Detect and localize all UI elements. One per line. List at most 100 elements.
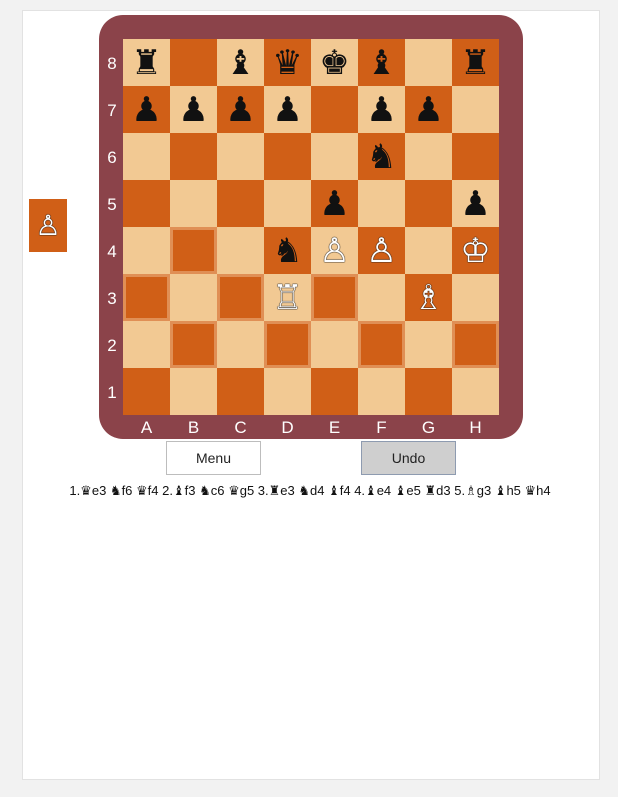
square-a1[interactable]	[123, 368, 170, 415]
square-c6[interactable]	[217, 133, 264, 180]
square-d2[interactable]	[264, 321, 311, 368]
square-g2[interactable]	[405, 321, 452, 368]
square-e2[interactable]	[311, 321, 358, 368]
square-h7[interactable]	[452, 86, 499, 133]
square-d1[interactable]	[264, 368, 311, 415]
square-b7[interactable]: ♟	[170, 86, 217, 133]
square-c7[interactable]: ♟	[217, 86, 264, 133]
chess-board[interactable]: ♜ ♝ ♛ ♚ ♝ ♜ ♟ ♟ ♟ ♟ ♟ ♟ ♞ ♟ ♟ ♞ ♙ ♙ ♔ ♖ ♗	[123, 39, 499, 415]
square-b6[interactable]	[170, 133, 217, 180]
black-pawn-icon[interactable]: ♟	[319, 187, 349, 221]
undo-button[interactable]: Undo	[361, 441, 456, 475]
white-pawn-icon[interactable]: ♙	[319, 234, 349, 268]
black-rook-icon[interactable]: ♜	[131, 46, 161, 80]
square-h6[interactable]	[452, 133, 499, 180]
square-c3[interactable]	[217, 274, 264, 321]
square-a2[interactable]	[123, 321, 170, 368]
square-a6[interactable]	[123, 133, 170, 180]
rank-label-2: 2	[107, 336, 117, 355]
rank-label-5: 5	[107, 195, 117, 214]
square-f7[interactable]: ♟	[358, 86, 405, 133]
square-b5[interactable]	[170, 180, 217, 227]
square-h8[interactable]: ♜	[452, 39, 499, 86]
black-pawn-icon[interactable]: ♟	[413, 93, 443, 127]
square-a5[interactable]	[123, 180, 170, 227]
white-king-icon[interactable]: ♔	[460, 234, 490, 268]
square-b1[interactable]	[170, 368, 217, 415]
black-queen-icon[interactable]: ♛	[272, 46, 302, 80]
square-f1[interactable]	[358, 368, 405, 415]
square-d8[interactable]: ♛	[264, 39, 311, 86]
rank-label-4: 4	[107, 242, 117, 261]
square-d7[interactable]: ♟	[264, 86, 311, 133]
menu-button[interactable]: Menu	[166, 441, 261, 475]
square-g8[interactable]	[405, 39, 452, 86]
rank-label-6: 6	[107, 148, 117, 167]
square-d5[interactable]	[264, 180, 311, 227]
move-list: 1.♛e3 ♞f6 ♛f4 2.♝f3 ♞c6 ♛g5 3.♜e3 ♞d4 ♝f…	[69, 483, 551, 498]
square-d3[interactable]: ♖	[264, 274, 311, 321]
square-b8[interactable]	[170, 39, 217, 86]
file-label-h: H	[469, 418, 482, 437]
square-c2[interactable]	[217, 321, 264, 368]
square-h4[interactable]: ♔	[452, 227, 499, 274]
black-bishop-icon[interactable]: ♝	[366, 46, 396, 80]
square-e4[interactable]: ♙	[311, 227, 358, 274]
black-pawn-icon[interactable]: ♟	[131, 93, 161, 127]
square-h3[interactable]	[452, 274, 499, 321]
file-label-a: A	[140, 418, 153, 437]
square-f3[interactable]	[358, 274, 405, 321]
square-a4[interactable]	[123, 227, 170, 274]
black-pawn-icon[interactable]: ♟	[225, 93, 255, 127]
black-pawn-icon[interactable]: ♟	[178, 93, 208, 127]
square-b4[interactable]	[170, 227, 217, 274]
square-e1[interactable]	[311, 368, 358, 415]
black-king-icon[interactable]: ♚	[319, 46, 349, 80]
square-e7[interactable]	[311, 86, 358, 133]
square-d6[interactable]	[264, 133, 311, 180]
square-a8[interactable]: ♜	[123, 39, 170, 86]
square-g7[interactable]: ♟	[405, 86, 452, 133]
rank-label-7: 7	[107, 101, 117, 120]
square-e8[interactable]: ♚	[311, 39, 358, 86]
black-knight-icon[interactable]: ♞	[366, 140, 396, 174]
square-f2[interactable]	[358, 321, 405, 368]
square-g6[interactable]	[405, 133, 452, 180]
white-bishop-icon[interactable]: ♗	[413, 281, 443, 315]
square-c1[interactable]	[217, 368, 264, 415]
black-pawn-icon[interactable]: ♟	[460, 187, 490, 221]
black-pawn-icon[interactable]: ♟	[272, 93, 302, 127]
square-e3[interactable]	[311, 274, 358, 321]
square-e6[interactable]	[311, 133, 358, 180]
square-f6[interactable]: ♞	[358, 133, 405, 180]
square-h5[interactable]: ♟	[452, 180, 499, 227]
black-pawn-icon[interactable]: ♟	[366, 93, 396, 127]
black-bishop-icon[interactable]: ♝	[225, 46, 255, 80]
square-e5[interactable]: ♟	[311, 180, 358, 227]
square-a3[interactable]	[123, 274, 170, 321]
square-b2[interactable]	[170, 321, 217, 368]
square-h1[interactable]	[452, 368, 499, 415]
square-f8[interactable]: ♝	[358, 39, 405, 86]
black-rook-icon[interactable]: ♜	[460, 46, 490, 80]
rank-label-1: 1	[107, 383, 117, 402]
file-label-g: G	[421, 418, 436, 437]
file-label-e: E	[328, 418, 341, 437]
white-rook-icon[interactable]: ♖	[272, 281, 302, 315]
square-c4[interactable]	[217, 227, 264, 274]
square-g4[interactable]	[405, 227, 452, 274]
square-d4[interactable]: ♞	[264, 227, 311, 274]
square-f5[interactable]	[358, 180, 405, 227]
square-b3[interactable]	[170, 274, 217, 321]
square-c8[interactable]: ♝	[217, 39, 264, 86]
square-a7[interactable]: ♟	[123, 86, 170, 133]
white-pawn-icon[interactable]: ♙	[366, 234, 396, 268]
file-label-d: D	[281, 418, 294, 437]
square-h2[interactable]	[452, 321, 499, 368]
square-g3[interactable]: ♗	[405, 274, 452, 321]
square-g5[interactable]	[405, 180, 452, 227]
square-c5[interactable]	[217, 180, 264, 227]
black-knight-icon[interactable]: ♞	[272, 234, 302, 268]
square-f4[interactable]: ♙	[358, 227, 405, 274]
square-g1[interactable]	[405, 368, 452, 415]
